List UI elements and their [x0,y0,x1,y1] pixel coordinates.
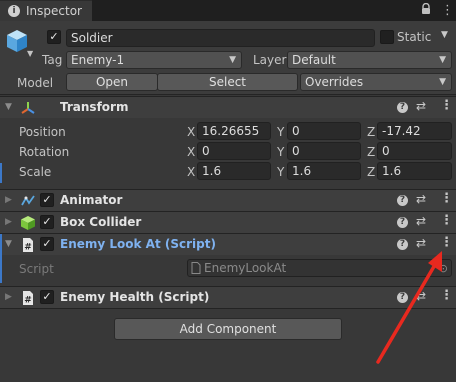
enemy-health-title: Enemy Health (Script) [60,290,210,304]
axis-y-label[interactable]: Y [277,145,284,159]
info-icon: i [8,5,20,17]
static-checkbox[interactable] [380,30,394,44]
tab-bar: i Inspector ⋮ [0,0,456,21]
axis-y-label[interactable]: Y [277,125,284,139]
layer-value: Default [292,53,336,67]
open-button[interactable]: Open [66,73,158,91]
kebab-icon[interactable]: ⋮ [440,191,453,206]
help-icon[interactable]: ? [397,195,408,206]
animator-icon [20,193,36,212]
static-dropdown-icon[interactable]: ▼ [441,30,448,40]
axis-x-label[interactable]: X [187,165,195,179]
overrides-dropdown[interactable]: Overrides ▼ [300,73,452,91]
help-icon[interactable]: ? [397,217,408,228]
tag-value: Enemy-1 [71,53,125,67]
position-y-field[interactable]: 0 [287,122,361,140]
box-collider-header[interactable]: ▶ ✓ Box Collider ? ⇄ ⋮ [0,211,456,233]
animator-header[interactable]: ▶ ✓ Animator ? ⇄ ⋮ [0,189,456,211]
annotation-arrow [376,251,442,364]
lock-icon[interactable] [421,2,431,19]
name-field[interactable]: Soldier [66,29,375,47]
tab-label: Inspector [26,4,82,18]
override-marker [0,163,2,183]
tag-label: Tag [42,53,63,67]
foldout-open-icon[interactable]: ▼ [5,102,12,112]
axis-z-label[interactable]: Z [367,165,375,179]
rotation-x-field[interactable]: 0 [197,142,271,160]
box-collider-enabled-checkbox[interactable]: ✓ [40,215,54,229]
rotation-z-field[interactable]: 0 [377,142,452,160]
position-z-field[interactable]: -17.42 [377,122,452,140]
script-icon: # [20,237,36,256]
scale-label: Scale [19,165,52,179]
box-collider-icon [20,215,36,234]
position-label: Position [19,125,66,139]
gameobject-icon[interactable] [6,29,28,55]
axis-z-label[interactable]: Z [367,145,375,159]
kebab-icon[interactable]: ⋮ [440,98,453,113]
override-marker [0,234,2,256]
overrides-label: Overrides [305,75,364,89]
enemy-look-at-enabled-checkbox[interactable]: ✓ [40,237,54,251]
kebab-icon[interactable]: ⋮ [440,213,453,228]
model-label: Model [17,76,54,90]
svg-text:#: # [24,296,32,306]
layer-dropdown[interactable]: Default ▼ [287,51,452,69]
script-file-icon [191,262,201,278]
transform-title: Transform [60,100,129,114]
script-icon: # [20,290,36,309]
preset-icon[interactable]: ⇄ [416,192,426,206]
axis-x-label[interactable]: X [187,125,195,139]
scale-x-field[interactable]: 1.6 [197,162,271,180]
script-label: Script [19,262,54,276]
rotation-y-field[interactable]: 0 [287,142,361,160]
tab-inspector[interactable]: i Inspector [0,0,92,21]
axis-z-label[interactable]: Z [367,125,375,139]
svg-text:#: # [24,243,32,253]
help-icon[interactable]: ? [397,102,408,113]
rotation-label: Rotation [19,145,70,159]
foldout-closed-icon[interactable]: ▶ [5,195,12,205]
chevron-down-icon: ▼ [439,55,446,65]
chevron-down-icon[interactable]: ▼ [27,49,33,58]
chevron-down-icon: ▼ [229,55,236,65]
select-button[interactable]: Select [157,73,298,91]
gameobject-header: ▼ ✓ Soldier Static ▼ Tag Enemy-1 ▼ Layer… [0,21,456,95]
add-component-button[interactable]: Add Component [114,318,342,340]
scale-z-field[interactable]: 1.6 [377,162,452,180]
axis-y-label[interactable]: Y [277,165,284,179]
preset-icon[interactable]: ⇄ [416,214,426,228]
transform-header[interactable]: ▼ Transform ? ⇄ ⋮ [0,96,456,118]
transform-icon [20,100,36,119]
enemy-look-at-title: Enemy Look At (Script) [60,237,216,251]
kebab-icon[interactable]: ⋮ [441,3,454,18]
foldout-closed-icon[interactable]: ▶ [5,292,12,302]
preset-icon[interactable]: ⇄ [416,99,426,113]
override-marker [0,255,2,283]
scale-y-field[interactable]: 1.6 [287,162,361,180]
axis-x-label[interactable]: X [187,145,195,159]
animator-enabled-checkbox[interactable]: ✓ [40,193,54,207]
layer-label: Layer [253,53,287,67]
tag-dropdown[interactable]: Enemy-1 ▼ [66,51,242,69]
chevron-down-icon: ▼ [439,77,446,87]
foldout-closed-icon[interactable]: ▶ [5,217,12,227]
static-label: Static [397,30,432,44]
box-collider-title: Box Collider [60,215,142,229]
foldout-open-icon[interactable]: ▼ [5,239,12,249]
active-checkbox[interactable]: ✓ [47,30,61,44]
position-x-field[interactable]: 16.26655 [197,122,271,140]
animator-title: Animator [60,193,123,207]
script-value: EnemyLookAt [204,261,287,275]
enemy-health-enabled-checkbox[interactable]: ✓ [40,290,54,304]
